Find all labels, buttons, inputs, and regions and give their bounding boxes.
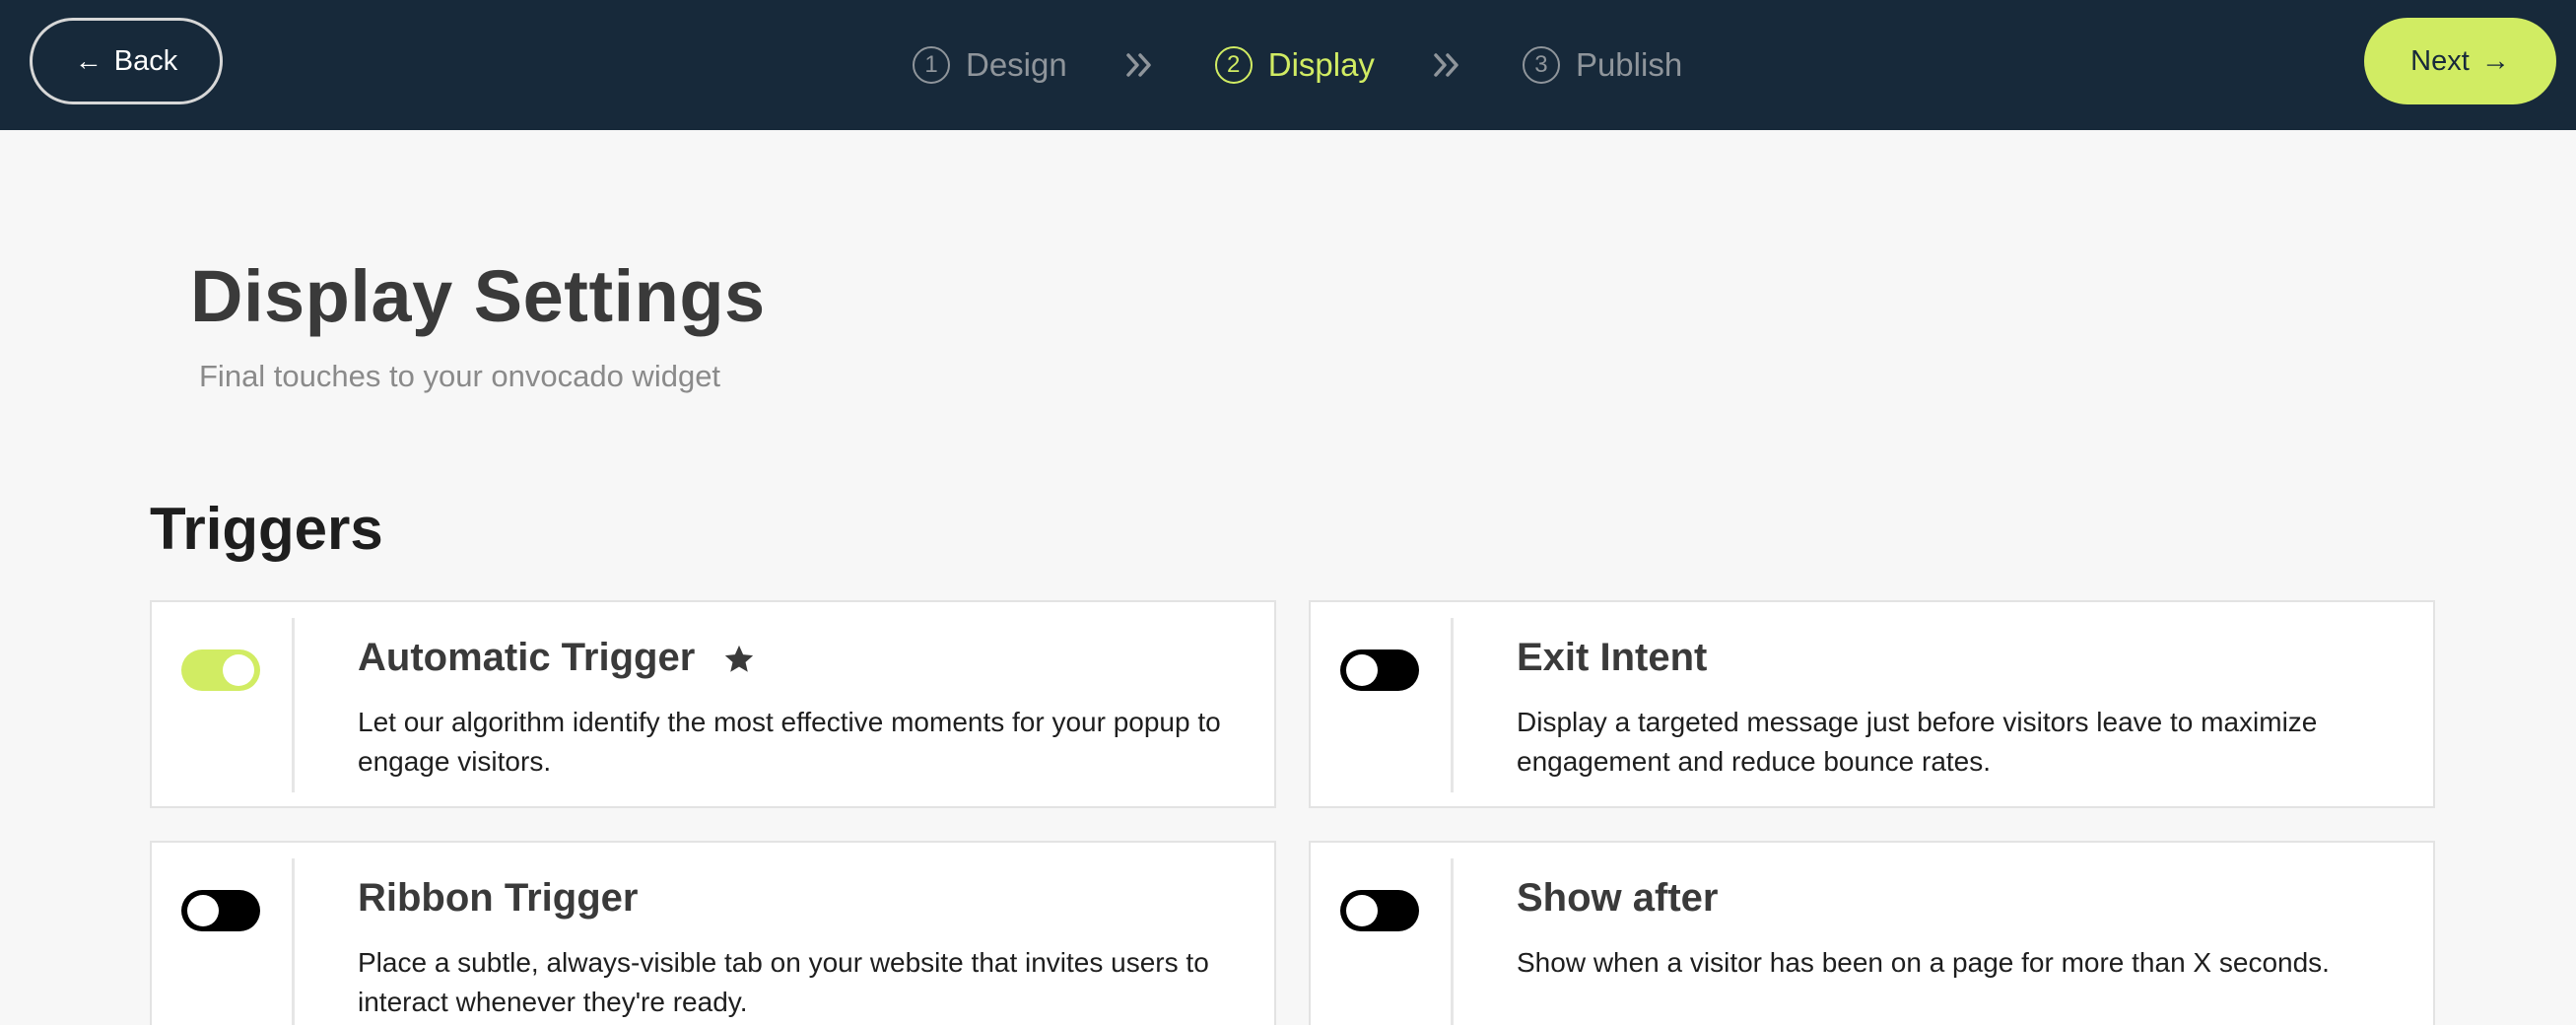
toggle-switch[interactable]	[181, 890, 260, 931]
card-description: Display a targeted message just before v…	[1517, 707, 2318, 777]
toggle-knob	[223, 654, 254, 686]
step-number: 3	[1522, 46, 1560, 84]
step-publish[interactable]: 3 Publish	[1522, 46, 1683, 84]
stepper: 1 Design 2 Display 3 Publish	[913, 39, 1682, 91]
section-title-triggers: Triggers	[150, 496, 383, 562]
toggle-switch[interactable]	[181, 649, 260, 691]
back-button[interactable]: ← Back	[30, 18, 223, 104]
card-description: Show when a visitor has been on a page f…	[1517, 947, 2330, 978]
step-label: Display	[1267, 46, 1375, 83]
divider	[292, 858, 295, 1025]
step-number: 2	[1214, 46, 1253, 84]
card-title: Show after	[1517, 876, 1719, 920]
trigger-card-exit-intent: Exit Intent Display a targeted message j…	[1309, 600, 2435, 808]
trigger-card-show-after: Show after Show when a visitor has been …	[1309, 841, 2435, 1025]
step-label: Publish	[1575, 46, 1683, 83]
divider	[1451, 858, 1454, 1025]
card-title: Exit Intent	[1517, 636, 1708, 679]
page-subtitle: Final touches to your onvocado widget	[199, 359, 721, 393]
card-title-row: Show after	[1517, 876, 1718, 921]
back-button-label: Back	[113, 44, 178, 77]
toggle-knob	[1346, 895, 1378, 926]
step-label: Design	[966, 46, 1067, 83]
double-chevron-right-icon	[1424, 45, 1471, 85]
step-number: 1	[913, 46, 950, 84]
card-title-row: Automatic Trigger	[358, 636, 756, 680]
star-icon	[722, 642, 756, 675]
toggle-switch[interactable]	[1340, 890, 1419, 931]
step-display[interactable]: 2 Display	[1214, 46, 1375, 84]
toggle-knob	[1346, 654, 1378, 686]
top-bar: ← Back 1 Design 2 Display 3 Publish Next…	[0, 0, 2576, 130]
arrow-left-icon: ←	[74, 45, 102, 76]
page-title: Display Settings	[190, 255, 766, 337]
card-description: Let our algorithm identify the most effe…	[358, 707, 1221, 777]
trigger-card-automatic: Automatic Trigger Let our algorithm iden…	[150, 600, 1276, 808]
divider	[292, 618, 295, 792]
toggle-switch[interactable]	[1340, 649, 1419, 691]
divider	[1451, 618, 1454, 792]
trigger-card-ribbon: Ribbon Trigger Place a subtle, always-vi…	[150, 841, 1276, 1025]
card-title-row: Exit Intent	[1517, 636, 1707, 680]
card-title: Automatic Trigger	[358, 636, 696, 679]
card-title-row: Ribbon Trigger	[358, 876, 638, 921]
card-description: Place a subtle, always-visible tab on yo…	[358, 947, 1209, 1017]
next-button-label: Next	[2410, 44, 2470, 77]
double-chevron-right-icon	[1117, 45, 1164, 85]
arrow-right-icon: →	[2480, 44, 2510, 77]
step-design[interactable]: 1 Design	[913, 46, 1067, 84]
card-title: Ribbon Trigger	[358, 876, 639, 920]
next-button[interactable]: Next →	[2364, 18, 2556, 104]
toggle-knob	[187, 895, 219, 926]
